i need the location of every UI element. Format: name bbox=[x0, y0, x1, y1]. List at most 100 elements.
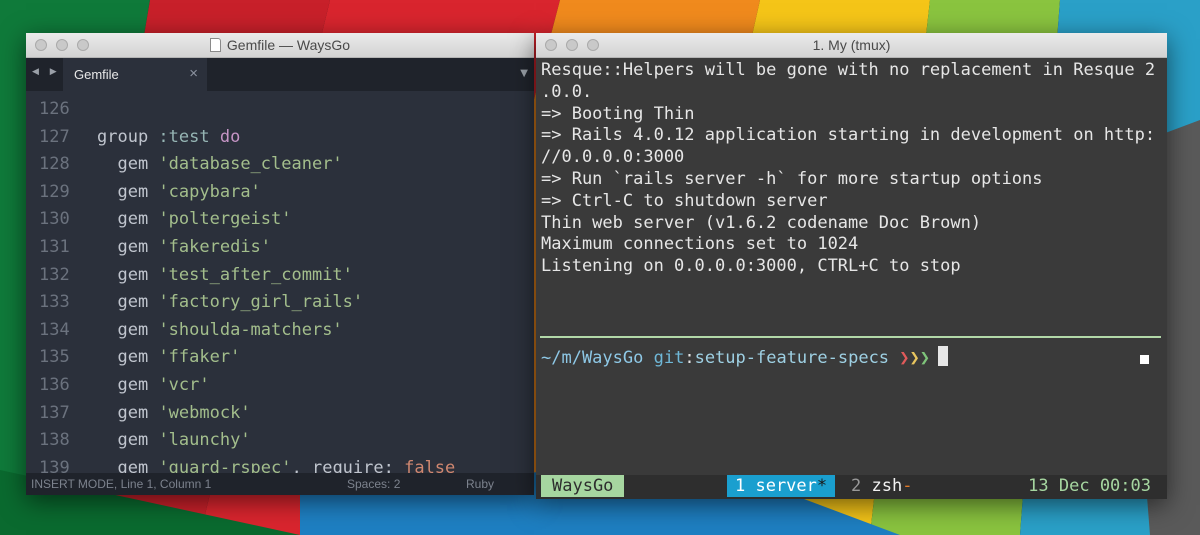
tmux-window-server[interactable]: 1 server* bbox=[727, 475, 836, 497]
code-token: gem bbox=[117, 402, 159, 423]
code-token: , require: bbox=[291, 457, 405, 473]
terminal-pane[interactable]: Resque::Helpers will be gone with no rep… bbox=[536, 58, 1167, 499]
code-token: gem bbox=[117, 292, 159, 313]
line-number: 134 bbox=[39, 319, 70, 340]
tmux-pane-divider[interactable] bbox=[540, 336, 1161, 338]
editor-window-title: Gemfile — WaysGo bbox=[226, 37, 351, 53]
line-number: 129 bbox=[39, 181, 70, 202]
code-token: gem bbox=[117, 209, 159, 230]
code-text: gem 'webmock' bbox=[97, 402, 251, 423]
code-token: 'launchy' bbox=[158, 430, 251, 451]
code-token: 'vcr' bbox=[158, 375, 210, 395]
code-token: group bbox=[97, 126, 159, 147]
prompt-colon: : bbox=[684, 348, 695, 368]
tab-label: Gemfile bbox=[74, 67, 119, 82]
shell-prompt[interactable]: ~/m/WaysGo git:setup-feature-specs ❯❯❯ bbox=[541, 346, 949, 368]
tmux-status-bar: WaysGo 1 server* 2 zsh- 13 Dec 00:03 bbox=[536, 475, 1167, 499]
terminal-output-line: => Rails 4.0.12 application starting in … bbox=[541, 125, 1156, 146]
terminal-titlebar[interactable]: 1. My (tmux) bbox=[536, 33, 1167, 58]
code-token: gem bbox=[117, 154, 159, 175]
terminal-output-line: => Booting Thin bbox=[541, 103, 695, 124]
editor-statusbar: INSERT MODE, Line 1, Column 1 Spaces: 2 … bbox=[26, 473, 534, 495]
editor-window: Gemfile — WaysGo ◀ ▶ Gemfile × ▼ 126 127 g… bbox=[26, 33, 534, 495]
code-token: 'fakeredis' bbox=[158, 237, 272, 257]
document-icon bbox=[209, 38, 221, 52]
tmux-session-name[interactable]: WaysGo bbox=[541, 475, 625, 497]
terminal-output-line: Maximum connections set to 1024 bbox=[541, 234, 859, 255]
tab-dropdown-icon[interactable]: ▼ bbox=[520, 68, 528, 79]
terminal-window: 1. My (tmux) Resque::Helpers will be gon… bbox=[536, 33, 1167, 499]
terminal-output-line: Resque::Helpers will be gone with no rep… bbox=[541, 60, 1156, 80]
code-token: 'factory_girl_rails' bbox=[158, 292, 364, 313]
line-number: 138 bbox=[39, 430, 70, 451]
tab-bar: ◀ ▶ Gemfile × ▼ bbox=[26, 58, 534, 91]
line-number: 130 bbox=[39, 209, 70, 230]
terminal-output-line: => Run `rails server -h` for more startu… bbox=[541, 169, 1043, 189]
tmux-clock: 13 Dec 00:03 bbox=[1028, 476, 1151, 496]
close-tab-icon[interactable]: × bbox=[189, 65, 198, 82]
tab-gemfile[interactable]: Gemfile × bbox=[63, 58, 207, 91]
code-token: gem bbox=[117, 181, 159, 202]
code-editor[interactable]: 126 127 group :test do 128 gem 'database_cl… bbox=[26, 91, 534, 473]
code-text: gem 'shoulda-matchers' bbox=[97, 319, 343, 340]
code-token: gem bbox=[117, 237, 159, 257]
code-token: 'ffaker' bbox=[158, 347, 241, 368]
code-token: false bbox=[404, 457, 456, 473]
line-number: 128 bbox=[39, 154, 70, 175]
code-text: gem 'factory_girl_rails' bbox=[97, 292, 363, 312]
code-token: gem bbox=[117, 430, 159, 451]
tmux-window-zsh[interactable]: 2 zsh- bbox=[851, 475, 912, 497]
code-token: 'shoulda-matchers' bbox=[158, 319, 343, 340]
prompt-chevron-icon: ❯ bbox=[899, 348, 910, 368]
terminal-output-line: //0.0.0.0:3000 bbox=[541, 147, 685, 168]
code-token: gem bbox=[117, 457, 159, 473]
editor-titlebar[interactable]: Gemfile — WaysGo bbox=[26, 33, 534, 58]
terminal-output-line: Listening on 0.0.0.0:3000, CTRL+C to sto… bbox=[541, 256, 961, 277]
code-text: gem 'test_after_commit' bbox=[97, 264, 353, 285]
prompt-chevron-icon: ❯ bbox=[909, 348, 920, 368]
status-indentation[interactable]: Spaces: 2 bbox=[347, 477, 400, 491]
code-text: gem 'launchy' bbox=[97, 430, 251, 451]
terminal-window-title: 1. My (tmux) bbox=[812, 37, 891, 53]
line-number: 127 bbox=[39, 126, 70, 147]
prompt-git-label: git bbox=[653, 348, 685, 368]
prompt-chevron-icon: ❯ bbox=[919, 348, 931, 368]
code-token: gem bbox=[117, 264, 159, 285]
pane-indicator-icon bbox=[1140, 355, 1149, 364]
code-text: gem 'capybara' bbox=[97, 181, 260, 202]
code-token: 'guard-rspec' bbox=[158, 457, 292, 473]
tab-nav-arrows-icon[interactable]: ◀ ▶ bbox=[32, 67, 61, 77]
code-token: gem bbox=[117, 319, 159, 340]
terminal-output-line: Thin web server (v1.6.2 codename Doc Bro… bbox=[541, 212, 982, 233]
code-token: :test bbox=[158, 126, 210, 147]
code-token: 'test_after_commit' bbox=[158, 264, 353, 285]
status-syntax[interactable]: Ruby bbox=[466, 477, 494, 491]
line-number: 133 bbox=[39, 292, 70, 313]
line-number: 131 bbox=[39, 237, 70, 257]
line-number: 139 bbox=[39, 457, 70, 473]
code-token: do bbox=[219, 126, 241, 147]
line-number: 136 bbox=[39, 375, 70, 395]
code-token: gem bbox=[117, 375, 159, 395]
line-number: 132 bbox=[39, 264, 70, 285]
code-token: gem bbox=[117, 347, 159, 368]
code-token: 'webmock' bbox=[158, 402, 251, 423]
status-mode: INSERT MODE, Line 1, Column 1 bbox=[31, 477, 212, 491]
prompt-path: ~/m/WaysGo bbox=[541, 348, 644, 368]
code-token: 'database_cleaner' bbox=[158, 154, 343, 175]
code-text: gem 'guard-rspec', require: false bbox=[97, 458, 455, 473]
code-text: gem 'vcr' bbox=[97, 375, 210, 395]
line-number: 135 bbox=[39, 347, 70, 368]
code-text: group :test do bbox=[97, 127, 240, 147]
code-text: gem 'ffaker' bbox=[97, 347, 240, 367]
code-text: gem 'database_cleaner' bbox=[97, 154, 343, 175]
line-number: 137 bbox=[39, 402, 70, 423]
code-text: gem 'poltergeist' bbox=[97, 209, 292, 230]
line-number: 126 bbox=[39, 99, 70, 119]
code-token: 'poltergeist' bbox=[158, 209, 292, 230]
code-text: gem 'fakeredis' bbox=[97, 237, 271, 257]
prompt-branch: setup-feature-specs bbox=[694, 348, 890, 368]
terminal-output-line: => Ctrl-C to shutdown server bbox=[541, 190, 828, 211]
terminal-output-line: .0.0. bbox=[541, 81, 593, 102]
